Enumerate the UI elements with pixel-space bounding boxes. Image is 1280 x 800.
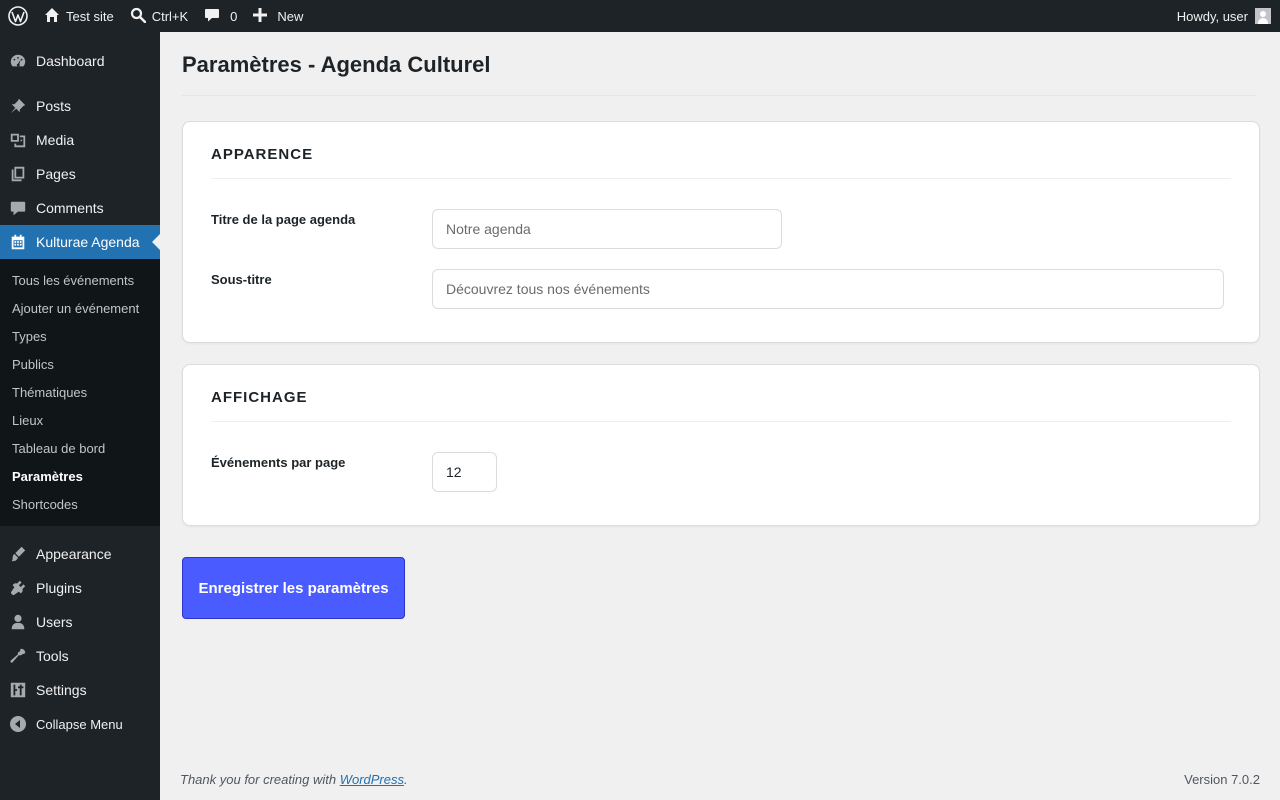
page-title-field-row: Titre de la page agenda xyxy=(211,209,1231,249)
menu-item-appearance[interactable]: Appearance xyxy=(0,537,160,571)
comment-icon xyxy=(0,199,36,217)
wrench-icon xyxy=(0,647,36,665)
wordpress-logo-icon[interactable] xyxy=(0,0,36,32)
menu-item-label: Media xyxy=(36,132,75,148)
menu-item-label: Appearance xyxy=(36,546,112,562)
menu-item-kulturae-agenda[interactable]: Kulturae Agenda xyxy=(0,225,160,259)
admin-footer: Thank you for creating with WordPress. V… xyxy=(180,772,1260,787)
comments-link[interactable]: 0 xyxy=(196,0,245,32)
agenda-page-title-input[interactable] xyxy=(432,209,782,249)
version-label: Version 7.0.2 xyxy=(1184,772,1260,787)
new-label: New xyxy=(277,8,304,24)
plus-icon xyxy=(253,7,268,25)
comments-count: 0 xyxy=(230,8,238,24)
menu-item-dashboard[interactable]: Dashboard xyxy=(0,44,160,78)
home-icon xyxy=(44,7,60,26)
kulturae-agenda-submenu: Tous les événements Ajouter un événement… xyxy=(0,259,160,526)
menu-item-label: Plugins xyxy=(36,580,82,596)
page-title: Paramètres - Agenda Culturel xyxy=(182,32,1256,96)
my-account-menu[interactable]: Howdy, user xyxy=(1177,8,1280,24)
wordpress-link[interactable]: WordPress xyxy=(340,772,404,787)
section-heading: APPARENCE xyxy=(211,122,1231,179)
display-section: AFFICHAGE Événements par page xyxy=(182,364,1260,526)
footer-thanks-suffix: . xyxy=(404,772,408,787)
submenu-item-tableau-de-bord[interactable]: Tableau de bord xyxy=(0,434,160,462)
calendar-icon xyxy=(0,233,36,251)
site-name-link[interactable]: Test site xyxy=(36,0,122,32)
submenu-item-thematiques[interactable]: Thématiques xyxy=(0,378,160,406)
pages-icon xyxy=(0,165,36,183)
admin-sidebar: Dashboard Posts Media Pages Comments Kul… xyxy=(0,32,160,800)
admin-bar: Test site Ctrl+K 0 New Howdy, user xyxy=(0,0,1280,32)
menu-item-label: Settings xyxy=(36,682,87,698)
appearance-section: APPARENCE Titre de la page agenda Sous-t… xyxy=(182,121,1260,343)
submenu-item-parametres[interactable]: Paramètres xyxy=(0,462,160,490)
menu-item-label: Posts xyxy=(36,98,72,114)
menu-item-media[interactable]: Media xyxy=(0,123,160,157)
site-name-label: Test site xyxy=(66,8,114,24)
menu-item-posts[interactable]: Posts xyxy=(0,89,160,123)
field-label: Titre de la page agenda xyxy=(211,212,356,227)
submenu-item-types[interactable]: Types xyxy=(0,322,160,350)
submenu-item-publics[interactable]: Publics xyxy=(0,350,160,378)
field-label: Sous-titre xyxy=(211,272,272,287)
plugin-icon xyxy=(0,579,36,597)
menu-item-comments[interactable]: Comments xyxy=(0,191,160,225)
subtitle-input[interactable] xyxy=(432,269,1224,309)
collapse-menu-label: Collapse Menu xyxy=(36,716,123,732)
field-label: Événements par page xyxy=(211,455,346,470)
new-content-link[interactable]: New xyxy=(245,0,311,32)
menu-item-settings[interactable]: Settings xyxy=(0,673,160,707)
search-icon xyxy=(130,7,146,26)
menu-item-tools[interactable]: Tools xyxy=(0,639,160,673)
save-settings-button[interactable]: Enregistrer les paramètres xyxy=(182,557,405,619)
menu-item-label: Users xyxy=(36,614,73,630)
main-content: Paramètres - Agenda Culturel APPARENCE T… xyxy=(182,32,1260,619)
menu-item-label: Kulturae Agenda xyxy=(36,234,140,250)
command-search-button[interactable]: Ctrl+K xyxy=(122,0,196,32)
menu-item-users[interactable]: Users xyxy=(0,605,160,639)
submenu-item-shortcodes[interactable]: Shortcodes xyxy=(0,490,160,518)
menu-item-pages[interactable]: Pages xyxy=(0,157,160,191)
subtitle-field-row: Sous-titre xyxy=(211,269,1231,309)
footer-thanks-prefix: Thank you for creating with xyxy=(180,772,340,787)
submenu-item-lieux[interactable]: Lieux xyxy=(0,406,160,434)
collapse-arrow-icon xyxy=(0,715,36,733)
pin-icon xyxy=(0,97,36,115)
events-per-page-field-row: Événements par page xyxy=(211,452,1231,492)
search-shortcut-label: Ctrl+K xyxy=(151,8,189,24)
collapse-menu-button[interactable]: Collapse Menu xyxy=(0,707,160,741)
dashboard-icon xyxy=(0,52,36,70)
menu-item-label: Dashboard xyxy=(36,53,105,69)
avatar xyxy=(1255,8,1271,24)
comment-icon xyxy=(204,7,220,26)
submenu-item-tous-les-evenements[interactable]: Tous les événements xyxy=(0,266,160,294)
greeting-label: Howdy, user xyxy=(1176,8,1248,24)
footer-thanks: Thank you for creating with WordPress. xyxy=(180,772,408,787)
settings-icon xyxy=(0,681,36,699)
menu-item-label: Pages xyxy=(36,166,76,182)
events-per-page-input[interactable] xyxy=(432,452,497,492)
media-icon xyxy=(0,131,36,149)
menu-item-label: Tools xyxy=(36,648,69,664)
menu-item-label: Comments xyxy=(36,200,104,216)
menu-item-plugins[interactable]: Plugins xyxy=(0,571,160,605)
section-heading: AFFICHAGE xyxy=(211,365,1231,422)
brush-icon xyxy=(0,545,36,563)
submenu-item-ajouter-un-evenement[interactable]: Ajouter un événement xyxy=(0,294,160,322)
user-icon xyxy=(0,613,36,631)
